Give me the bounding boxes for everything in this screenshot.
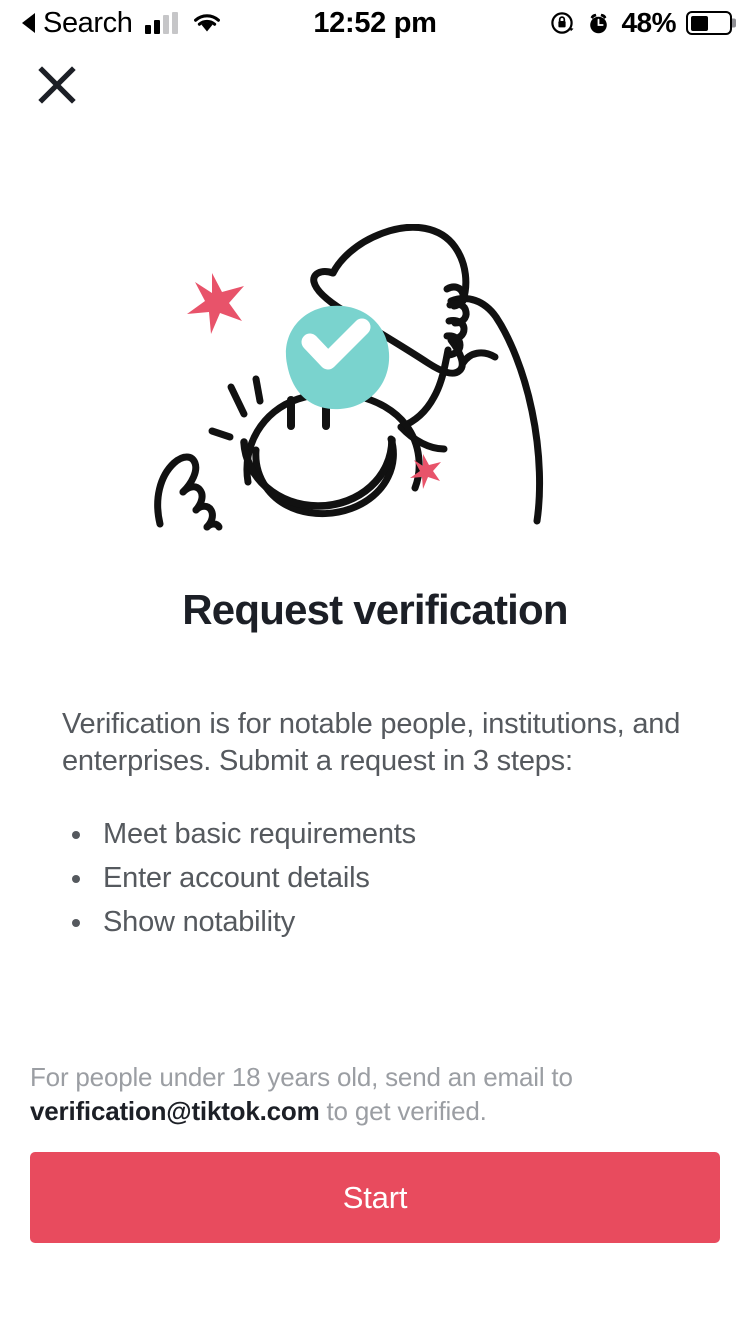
battery-fill <box>690 15 709 31</box>
close-icon[interactable] <box>34 62 80 108</box>
status-bar: Search 12:52 pm 48% <box>0 0 750 46</box>
bullet-icon <box>72 875 80 883</box>
footnote-prefix: For people under 18 years old, send an e… <box>30 1062 573 1092</box>
list-item: Show notability <box>66 900 686 944</box>
steps-list: Meet basic requirements Enter account de… <box>66 812 686 944</box>
bullet-icon <box>72 919 80 927</box>
step-label: Meet basic requirements <box>103 818 416 850</box>
start-button-label: Start <box>342 1179 408 1215</box>
alarm-clock-icon <box>586 11 611 36</box>
step-label: Show notability <box>103 906 296 938</box>
under-18-footnote: For people under 18 years old, send an e… <box>30 1060 720 1128</box>
footnote-suffix: to get verified. <box>319 1096 487 1126</box>
rotation-lock-icon <box>550 10 576 36</box>
battery-percent-label: 48% <box>621 7 676 38</box>
carrier-label: Search <box>43 6 133 39</box>
page-title: Request verification <box>182 586 568 633</box>
illustration-svg <box>154 224 544 531</box>
wifi-icon <box>192 12 222 34</box>
start-button[interactable]: Start <box>30 1152 720 1243</box>
battery-icon <box>686 11 732 35</box>
step-label: Enter account details <box>103 862 370 894</box>
intro-paragraph: Verification is for notable people, inst… <box>62 708 681 777</box>
clock-label: 12:52 pm <box>313 6 437 39</box>
verified-check-badge <box>285 305 390 410</box>
cellular-signal-icon <box>144 12 178 34</box>
app-screen: Search 12:52 pm 48% Request verification… <box>0 0 750 1334</box>
star-large-icon <box>187 273 244 334</box>
status-bar-left: Search <box>22 6 222 39</box>
verification-badge-illustration <box>0 224 750 544</box>
list-item: Enter account details <box>66 856 686 900</box>
triangle-left-icon[interactable] <box>22 13 35 33</box>
verification-email: verification@tiktok.com <box>30 1096 320 1126</box>
status-bar-right: 48% <box>550 7 732 39</box>
list-item: Meet basic requirements <box>66 812 686 856</box>
bullet-icon <box>72 831 80 839</box>
